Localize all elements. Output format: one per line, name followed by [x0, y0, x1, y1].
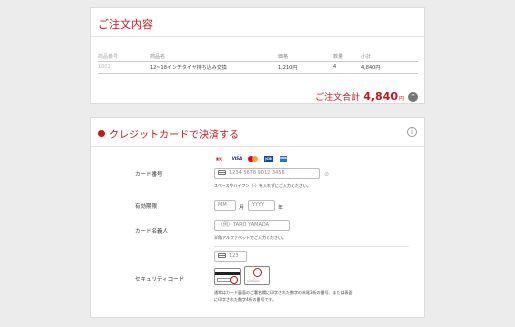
- order-total-value: 4,840: [363, 90, 398, 103]
- month-unit: 月: [239, 205, 245, 211]
- table-row: 1001 12~18インチタイヤ持ち込み交換 1,210円 4 4,840円: [98, 60, 418, 74]
- security-code-input[interactable]: 123: [214, 251, 247, 262]
- card-back-illustration: [214, 268, 241, 285]
- order-table: 商品番号 商品名 価格 数量 小計 1001 12~18インチタイヤ持ち込み交換…: [98, 52, 418, 74]
- card-number-input[interactable]: 1234 5678 9012 3456: [214, 168, 320, 179]
- card-name-text: cardname: [247, 280, 260, 283]
- eye-off-icon[interactable]: ⊘: [324, 171, 329, 178]
- expiry-label: 有効期限: [135, 204, 158, 210]
- item-qty: 4: [333, 60, 361, 74]
- cardholder-input[interactable]: （例）TARO YAMADA: [214, 220, 290, 231]
- credit-card-icon: [218, 253, 226, 258]
- rakuten-card-logo: 楽天: [214, 156, 224, 162]
- card-number-hint: スペースやハイフン（-）を入れずにご入力ください。: [214, 183, 311, 188]
- order-summary-title: ご注文内容: [98, 18, 153, 31]
- security-code-hint-line-2: に印字された数字4桁の番号です。: [214, 297, 277, 302]
- mastercard-logo: [248, 156, 258, 162]
- item-id: 1001: [98, 60, 150, 74]
- security-code-hint-line-1: 通常はカード裏面のご署名欄に印字された数字の末尾3桁の番号、または表面: [214, 290, 353, 295]
- info-icon[interactable]: i: [407, 127, 417, 137]
- selected-radio-icon[interactable]: [98, 130, 105, 137]
- column-header: 商品番号: [98, 53, 119, 60]
- collapse-icon[interactable]: ⌃: [408, 91, 418, 102]
- column-header: 商品名: [150, 53, 166, 60]
- amex-logo: AMEX: [280, 156, 289, 162]
- security-code-placeholder: 123: [229, 253, 239, 259]
- visa-logo: VISA: [231, 156, 243, 162]
- credit-card-payment-card: クレジットカードで決済する i 楽天 VISA JCB AMEX カード番号 1…: [90, 117, 425, 318]
- security-code-label: セキュリティコード: [135, 277, 185, 283]
- jcb-logo: JCB: [264, 156, 273, 162]
- table-header-row: 商品番号 商品名 価格 数量 小計: [98, 52, 418, 61]
- column-header: 数量: [333, 53, 344, 60]
- order-summary-card: ご注文内容 商品番号 商品名 価格 数量 小計 1001 12~18インチタイヤ…: [90, 7, 425, 104]
- card-number-label: カード番号: [135, 172, 163, 178]
- year-unit: 年: [278, 205, 284, 211]
- card-number-placeholder: 1234 5678 9012 3456: [229, 170, 285, 176]
- card-front-illustration: cardname: [244, 266, 270, 285]
- divider: [91, 146, 424, 147]
- cardholder-label: カード名義人: [135, 229, 169, 235]
- credit-card-icon: [218, 170, 226, 175]
- order-total-unit: 円: [398, 96, 404, 102]
- payment-method-title: クレジットカードで決済する: [109, 130, 239, 141]
- order-total-label: ご注文合計: [315, 93, 361, 103]
- column-header: 価格: [278, 53, 289, 60]
- order-total: ご注文合計 4,840 円 ⌃: [315, 90, 418, 103]
- expiry-month-input[interactable]: MM: [214, 200, 236, 211]
- item-subtotal: 4,840円: [361, 60, 418, 74]
- item-price: 1,210円: [278, 60, 333, 74]
- item-name: 12~18インチタイヤ持ち込み交換: [150, 60, 278, 74]
- column-header: 小計: [361, 53, 372, 60]
- expiry-year-input[interactable]: YYYY: [248, 200, 275, 211]
- divider: [91, 36, 424, 37]
- divider: [214, 246, 409, 247]
- cardholder-hint: 半角アルファベットでご入力ください。: [214, 235, 286, 240]
